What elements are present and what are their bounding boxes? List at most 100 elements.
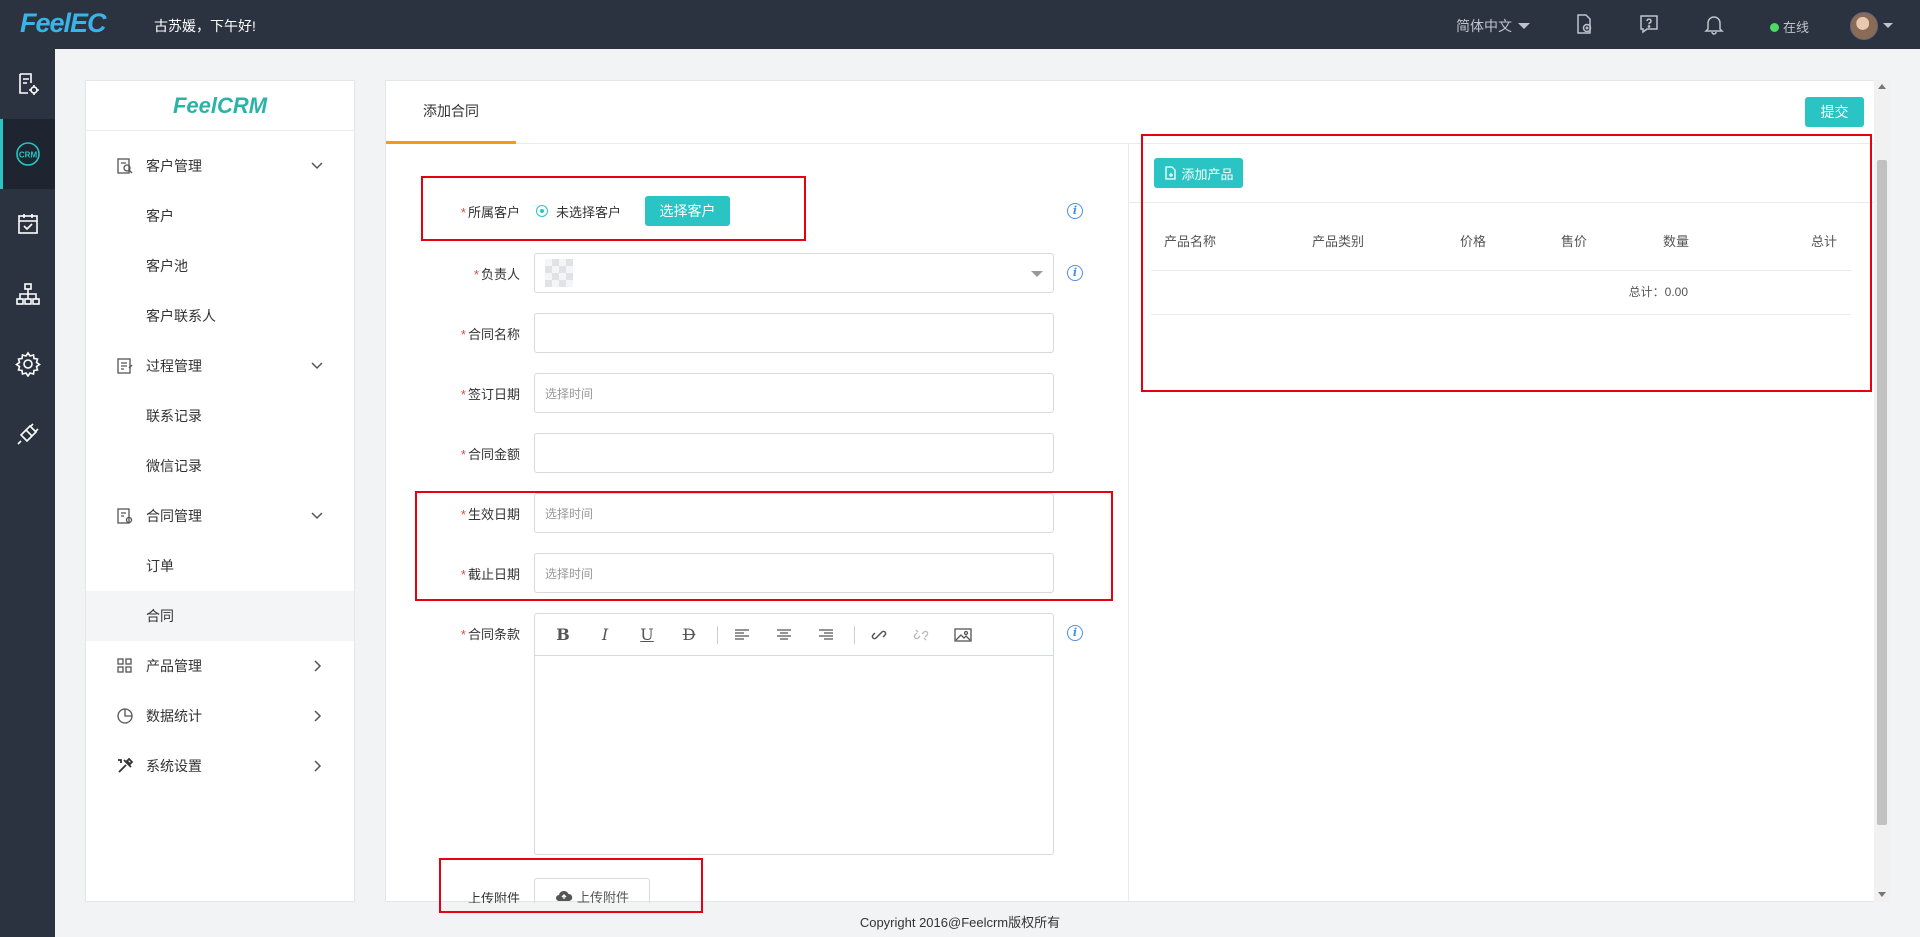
chevron-right-icon bbox=[314, 760, 322, 772]
editor-toolbar: B I U D bbox=[535, 614, 1053, 656]
sidebar-item-contact-records[interactable]: 联系记录 bbox=[86, 391, 354, 441]
calendar-check-icon[interactable] bbox=[0, 189, 55, 259]
highlight-attachment bbox=[439, 858, 703, 913]
contract-icon bbox=[117, 508, 133, 524]
report-gear-icon[interactable] bbox=[0, 49, 55, 119]
plug-icon[interactable] bbox=[0, 399, 55, 469]
terms-editor[interactable]: B I U D bbox=[534, 613, 1054, 855]
sign-date-input[interactable]: 选择时间 bbox=[534, 373, 1054, 413]
unlink-icon[interactable] bbox=[907, 621, 935, 649]
scrollbar[interactable] bbox=[1874, 80, 1890, 902]
menu-group-label: 合同管理 bbox=[146, 508, 202, 524]
menu-group-label: 产品管理 bbox=[146, 658, 202, 674]
brand-logo: FeelCRM bbox=[86, 81, 354, 131]
field-label: * 合同名称 bbox=[460, 327, 520, 342]
menu-group-label: 过程管理 bbox=[146, 358, 202, 374]
app-logo[interactable]: FeelEC bbox=[20, 8, 107, 39]
product-icon bbox=[117, 658, 132, 673]
caret-down-icon[interactable] bbox=[1883, 23, 1893, 28]
sidebar-item-customer[interactable]: 客户 bbox=[86, 191, 354, 241]
italic-icon[interactable]: I bbox=[591, 621, 619, 649]
field-label: * 签订日期 bbox=[460, 387, 520, 402]
panel-divider bbox=[1128, 144, 1129, 903]
new-document-icon[interactable] bbox=[1572, 12, 1596, 36]
sidebar-item-customer-pool[interactable]: 客户池 bbox=[86, 241, 354, 291]
toolbar-separator bbox=[854, 625, 855, 644]
footer-copyright: Copyright 2016@Feelcrm版权所有 bbox=[859, 915, 1061, 930]
menu-group-statistics[interactable]: 数据统计 bbox=[86, 691, 354, 741]
language-label: 简体中文 bbox=[1456, 18, 1512, 34]
highlight-dates bbox=[415, 491, 1113, 601]
owner-select[interactable] bbox=[534, 253, 1054, 293]
chevron-right-icon bbox=[314, 660, 322, 672]
field-label: * 负责人 bbox=[473, 267, 520, 282]
sidebar-item-contracts[interactable]: 合同 bbox=[86, 591, 354, 641]
field-label: * 合同条款 bbox=[460, 627, 520, 642]
caret-down-icon bbox=[1518, 23, 1530, 29]
menu-group-process[interactable]: 过程管理 bbox=[86, 341, 354, 391]
sidebar-item-customer-contacts[interactable]: 客户联系人 bbox=[86, 291, 354, 341]
menu-group-settings[interactable]: 系统设置 bbox=[86, 741, 354, 791]
status-dot bbox=[1770, 23, 1779, 32]
sidebar-item-orders[interactable]: 订单 bbox=[86, 541, 354, 591]
org-chart-icon[interactable] bbox=[0, 259, 55, 329]
menu-group-label: 系统设置 bbox=[146, 758, 202, 774]
chevron-down-icon bbox=[311, 362, 323, 370]
sign-date-row: * 签订日期 选择时间 bbox=[386, 373, 1128, 413]
menu-group-label: 数据统计 bbox=[146, 708, 202, 724]
info-icon[interactable]: i bbox=[1067, 265, 1083, 281]
amount-input[interactable] bbox=[534, 433, 1054, 473]
menu-group-label: 客户管理 bbox=[146, 158, 202, 174]
caret-down-icon bbox=[1031, 271, 1043, 277]
chevron-right-icon bbox=[314, 710, 322, 722]
sidebar-item-wechat-records[interactable]: 微信记录 bbox=[86, 441, 354, 491]
chevron-down-icon bbox=[311, 512, 323, 520]
amount-row: * 合同金额 bbox=[386, 433, 1128, 473]
contract-name-row: * 合同名称 bbox=[386, 313, 1128, 353]
bold-icon[interactable]: B bbox=[549, 621, 577, 649]
toolbar-separator bbox=[717, 625, 718, 644]
avatar[interactable] bbox=[1850, 12, 1878, 40]
greeting-text: 古苏媛，下午好! bbox=[154, 18, 256, 34]
bell-icon[interactable] bbox=[1702, 12, 1726, 36]
menu-group-contract[interactable]: 合同管理 bbox=[86, 491, 354, 541]
contract-name-input[interactable] bbox=[534, 313, 1054, 353]
menu-group-product[interactable]: 产品管理 bbox=[86, 641, 354, 691]
top-bar: FeelEC 古苏媛，下午好! 简体中文 在线 bbox=[0, 0, 1920, 49]
scroll-down-icon[interactable] bbox=[1878, 892, 1886, 897]
info-icon[interactable]: i bbox=[1067, 203, 1083, 219]
scrollbar-thumb[interactable] bbox=[1877, 160, 1887, 825]
language-selector[interactable]: 简体中文 bbox=[1456, 16, 1530, 36]
align-center-icon[interactable] bbox=[770, 621, 798, 649]
crm-icon[interactable]: CRM bbox=[0, 119, 55, 189]
align-left-icon[interactable] bbox=[728, 621, 756, 649]
svg-text:CRM: CRM bbox=[18, 151, 37, 160]
owner-row: * 负责人 i bbox=[386, 253, 1128, 293]
underline-icon[interactable]: U bbox=[633, 621, 661, 649]
menu-group-customer[interactable]: 客户管理 bbox=[86, 141, 354, 191]
scroll-up-icon[interactable] bbox=[1878, 84, 1886, 89]
terms-row: * 合同条款 B I U D i bbox=[386, 613, 1128, 857]
highlight-customer bbox=[421, 176, 806, 241]
online-status[interactable]: 在线 bbox=[1770, 17, 1809, 36]
process-icon bbox=[117, 358, 133, 374]
chevron-down-icon bbox=[311, 162, 323, 170]
highlight-products bbox=[1141, 134, 1872, 392]
align-right-icon[interactable] bbox=[812, 621, 840, 649]
customer-icon bbox=[117, 158, 133, 174]
help-icon[interactable] bbox=[1637, 12, 1661, 36]
settings-icon[interactable] bbox=[0, 329, 55, 399]
strikethrough-icon[interactable]: D bbox=[675, 621, 703, 649]
submit-button[interactable]: 提交 bbox=[1805, 97, 1864, 127]
status-label: 在线 bbox=[1783, 20, 1810, 35]
side-menu: FeelCRM 客户管理 客户 客户池 客户联系人 过程管理 联系记录 微信记录… bbox=[85, 80, 355, 902]
info-icon[interactable]: i bbox=[1067, 625, 1083, 641]
pie-chart-icon bbox=[117, 708, 133, 724]
tab-add-contract[interactable]: 添加合同 bbox=[386, 81, 516, 144]
tools-icon bbox=[118, 757, 134, 773]
image-icon[interactable] bbox=[949, 621, 977, 649]
brand-text: FeelCRM bbox=[172, 93, 268, 118]
field-label: * 合同金额 bbox=[460, 447, 520, 462]
link-icon[interactable] bbox=[865, 621, 893, 649]
icon-rail: CRM bbox=[0, 49, 55, 937]
